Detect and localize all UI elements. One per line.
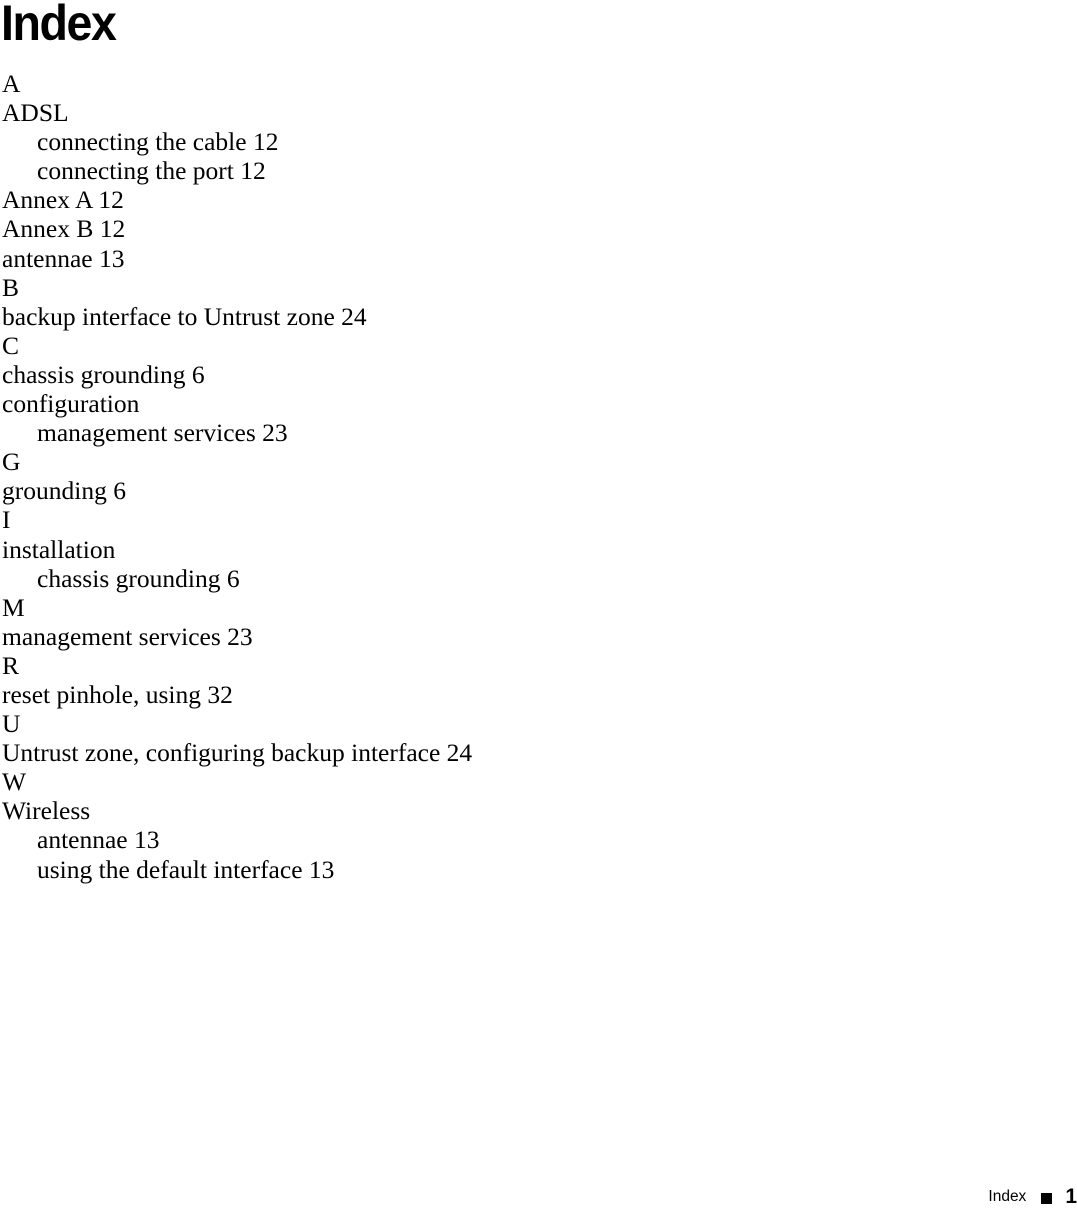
index-letter-heading: G: [2, 447, 21, 477]
index-entry: antennae 13: [2, 243, 125, 273]
index-entry: management services 23: [2, 621, 253, 651]
index-subentry: connecting the cable 12: [37, 127, 279, 157]
index-entry: Annex B 12: [2, 214, 126, 244]
index-entry: grounding 6: [2, 476, 126, 506]
index-page: Index A ADSL connecting the cable 12 connec…: [0, 0, 1077, 1212]
index-entry: Annex A 12: [2, 185, 124, 215]
index-letter-heading: I: [2, 505, 11, 535]
index-entry: ADSL: [2, 98, 69, 128]
index-entry: Untrust zone, configuring backup interfa…: [2, 738, 473, 768]
index-entry: installation: [2, 534, 116, 564]
index-entry: configuration: [2, 389, 140, 419]
index-letter-heading: M: [2, 592, 25, 622]
index-entry: chassis grounding 6: [2, 359, 205, 389]
page-number: 1: [1065, 1185, 1077, 1208]
square-bullet-icon: [1041, 1193, 1053, 1204]
index-letter-heading: U: [2, 709, 21, 739]
index-letter-heading: W: [2, 767, 27, 797]
index-subentry: connecting the port 12: [37, 156, 266, 186]
index-letter-heading: R: [2, 650, 20, 680]
footer-section-label: Index: [988, 1188, 1027, 1205]
index-entry: backup interface to Untrust zone 24: [2, 301, 367, 331]
index-letter-heading: A: [2, 69, 21, 98]
index-letter-heading: C: [2, 330, 20, 360]
index-entry: reset pinhole, using 32: [2, 679, 233, 709]
page-title: Index: [1, 0, 117, 51]
index-entry: Wireless: [2, 796, 91, 826]
index-subentry: chassis grounding 6: [37, 563, 240, 593]
index-subentry: management services 23: [37, 418, 288, 448]
index-subentry: using the default interface 13: [37, 854, 335, 884]
page-footer: Index 1: [988, 1182, 1077, 1212]
index-entry-list: A ADSL connecting the cable 12 connecting t…: [0, 69, 1000, 884]
index-letter-heading: B: [2, 272, 20, 302]
index-subentry: antennae 13: [37, 825, 160, 855]
